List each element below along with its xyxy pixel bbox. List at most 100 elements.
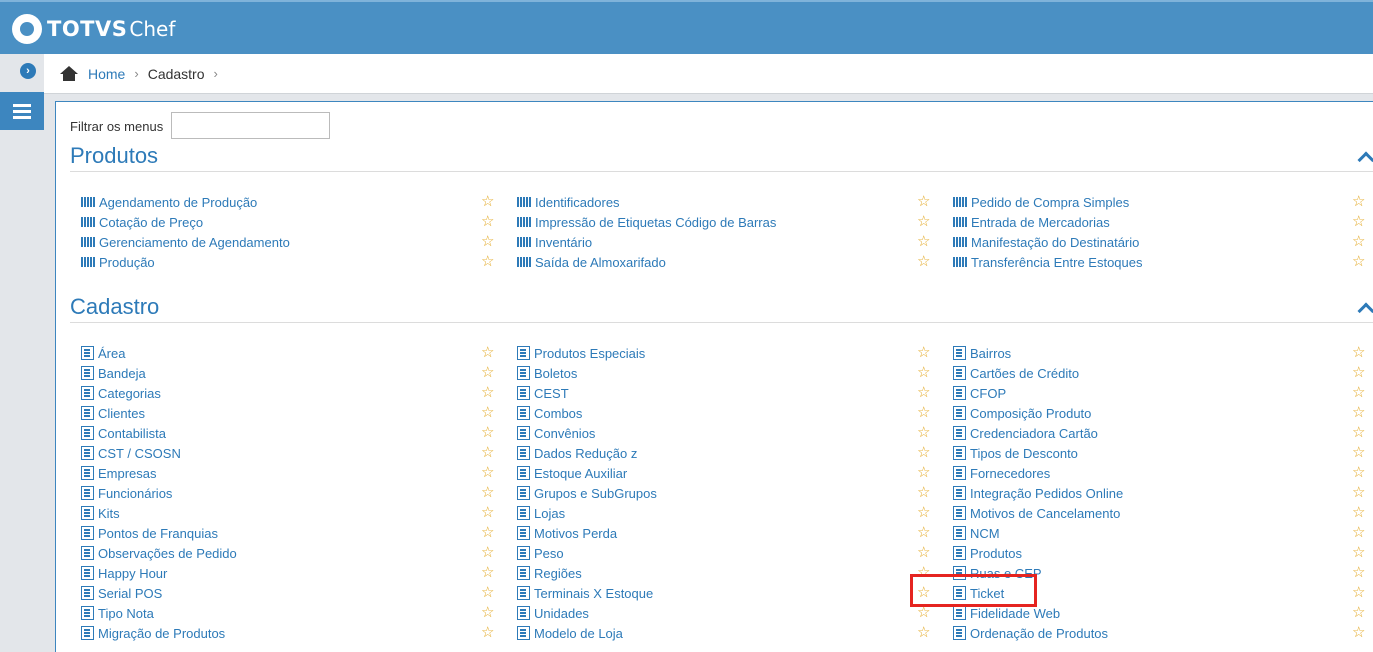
menu-item[interactable]: Motivos de Cancelamento [953,503,1120,523]
menu-item[interactable]: Identificadores [517,192,620,212]
favorite-star-icon[interactable]: ☆ [917,343,930,363]
favorite-star-icon[interactable]: ☆ [481,483,494,503]
menu-item[interactable]: Empresas [81,463,157,483]
favorite-star-icon[interactable]: ☆ [1352,423,1365,443]
favorite-star-icon[interactable]: ☆ [481,232,494,252]
favorite-star-icon[interactable]: ☆ [481,343,494,363]
favorite-star-icon[interactable]: ☆ [917,423,930,443]
favorite-star-icon[interactable]: ☆ [1352,623,1365,643]
menu-item[interactable]: NCM [953,523,1000,543]
favorite-star-icon[interactable]: ☆ [917,252,930,272]
favorite-star-icon[interactable]: ☆ [917,212,930,232]
menu-item[interactable]: Tipos de Desconto [953,443,1078,463]
favorite-star-icon[interactable]: ☆ [1352,212,1365,232]
favorite-star-icon[interactable]: ☆ [917,403,930,423]
favorite-star-icon[interactable]: ☆ [917,483,930,503]
menu-item[interactable]: Motivos Perda [517,523,617,543]
favorite-star-icon[interactable]: ☆ [1352,463,1365,483]
menu-item[interactable]: CST / CSOSN [81,443,181,463]
favorite-star-icon[interactable]: ☆ [1352,603,1365,623]
menu-item[interactable]: Kits [81,503,120,523]
favorite-star-icon[interactable]: ☆ [481,503,494,523]
favorite-star-icon[interactable]: ☆ [481,252,494,272]
menu-item[interactable]: Estoque Auxiliar [517,463,627,483]
favorite-star-icon[interactable]: ☆ [481,423,494,443]
menu-item[interactable]: Lojas [517,503,565,523]
favorite-star-icon[interactable]: ☆ [481,383,494,403]
menu-item[interactable]: CEST [517,383,569,403]
menu-item[interactable]: Funcionários [81,483,172,503]
favorite-star-icon[interactable]: ☆ [1352,523,1365,543]
menu-item[interactable]: Terminais X Estoque [517,583,653,603]
favorite-star-icon[interactable]: ☆ [1352,192,1365,212]
menu-item[interactable]: Ordenação de Produtos [953,623,1108,643]
favorite-star-icon[interactable]: ☆ [1352,403,1365,423]
menu-item[interactable]: Peso [517,543,564,563]
sidebar-toggle-chevron-icon[interactable]: › [20,63,36,79]
hamburger-menu-button[interactable] [0,92,44,130]
menu-item[interactable]: CFOP [953,383,1006,403]
menu-item[interactable]: Cartões de Crédito [953,363,1079,383]
favorite-star-icon[interactable]: ☆ [1352,252,1365,272]
menu-item[interactable]: Produtos Especiais [517,343,645,363]
menu-item[interactable]: Boletos [517,363,577,383]
menu-item[interactable]: Convênios [517,423,595,443]
favorite-star-icon[interactable]: ☆ [917,523,930,543]
menu-item[interactable]: Produtos [953,543,1022,563]
menu-item[interactable]: Fornecedores [953,463,1050,483]
favorite-star-icon[interactable]: ☆ [1352,343,1365,363]
menu-item[interactable]: Gerenciamento de Agendamento [81,232,290,252]
brand-logo[interactable]: TOTVS Chef [12,14,175,44]
favorite-star-icon[interactable]: ☆ [481,463,494,483]
menu-item[interactable]: Combos [517,403,582,423]
menu-item[interactable]: Unidades [517,603,589,623]
menu-item[interactable]: Pontos de Franquias [81,523,218,543]
favorite-star-icon[interactable]: ☆ [481,623,494,643]
menu-item[interactable]: Produção [81,252,155,272]
filter-menus-input[interactable] [171,112,330,139]
menu-item[interactable]: Bandeja [81,363,146,383]
favorite-star-icon[interactable]: ☆ [481,523,494,543]
menu-item[interactable]: Modelo de Loja [517,623,623,643]
favorite-star-icon[interactable]: ☆ [1352,583,1365,603]
menu-item[interactable]: Pedido de Compra Simples [953,192,1129,212]
favorite-star-icon[interactable]: ☆ [481,212,494,232]
favorite-star-icon[interactable]: ☆ [917,543,930,563]
favorite-star-icon[interactable]: ☆ [917,503,930,523]
menu-item[interactable]: Dados Redução z [517,443,637,463]
menu-item[interactable]: Clientes [81,403,145,423]
menu-item[interactable]: Observações de Pedido [81,543,237,563]
favorite-star-icon[interactable]: ☆ [1352,483,1365,503]
collapse-chevron-up-icon[interactable] [1357,301,1373,313]
favorite-star-icon[interactable]: ☆ [917,443,930,463]
breadcrumb-home-link[interactable]: Home [88,66,125,82]
favorite-star-icon[interactable]: ☆ [1352,503,1365,523]
favorite-star-icon[interactable]: ☆ [481,543,494,563]
favorite-star-icon[interactable]: ☆ [481,583,494,603]
favorite-star-icon[interactable]: ☆ [481,403,494,423]
home-icon[interactable] [60,65,78,82]
menu-item[interactable]: Grupos e SubGrupos [517,483,657,503]
favorite-star-icon[interactable]: ☆ [481,363,494,383]
collapse-chevron-up-icon[interactable] [1357,150,1373,162]
favorite-star-icon[interactable]: ☆ [481,192,494,212]
menu-item[interactable]: Entrada de Mercadorias [953,212,1110,232]
favorite-star-icon[interactable]: ☆ [1352,443,1365,463]
favorite-star-icon[interactable]: ☆ [917,623,930,643]
menu-item[interactable]: Saída de Almoxarifado [517,252,666,272]
favorite-star-icon[interactable]: ☆ [917,463,930,483]
menu-item[interactable]: Migração de Produtos [81,623,225,643]
menu-item[interactable]: Serial POS [81,583,162,603]
menu-item[interactable]: Integração Pedidos Online [953,483,1123,503]
menu-item[interactable]: Manifestação do Destinatário [953,232,1139,252]
menu-item[interactable]: Transferência Entre Estoques [953,252,1143,272]
menu-item[interactable]: Impressão de Etiquetas Código de Barras [517,212,776,232]
menu-item[interactable]: Categorias [81,383,161,403]
menu-item[interactable]: Inventário [517,232,592,252]
favorite-star-icon[interactable]: ☆ [481,443,494,463]
favorite-star-icon[interactable]: ☆ [1352,383,1365,403]
menu-item[interactable]: Composição Produto [953,403,1091,423]
menu-item[interactable]: Bairros [953,343,1011,363]
favorite-star-icon[interactable]: ☆ [1352,543,1365,563]
favorite-star-icon[interactable]: ☆ [481,563,494,583]
